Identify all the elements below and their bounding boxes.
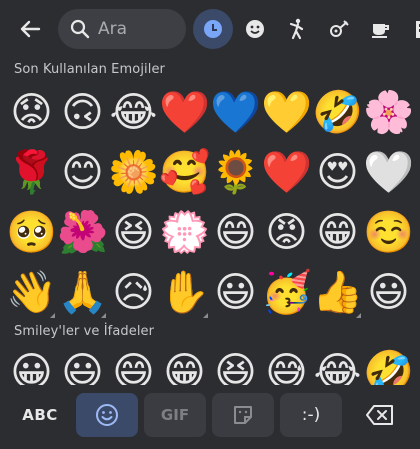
smiley-icon <box>246 20 264 38</box>
emoji-key[interactable]: 🤍 <box>363 142 414 202</box>
sticker-icon <box>234 406 252 424</box>
variant-indicator <box>203 313 208 318</box>
recent-emoji-grid: 😟 🙃 😂 ❤️ 💙 💛 🤣 🌸 🌹 😊 🌼 🥰 🌻 ❤️ 😍 🤍 🥺 🌺 😆 💮 😄 😡 😁 ☺️ 👋 🙏 😥 ✋ 😃 🥳 👍 😃 <box>6 82 414 322</box>
tab-travel[interactable] <box>403 9 420 49</box>
emoji-key[interactable]: 👋 <box>6 262 57 322</box>
emoticon-button[interactable]: :-) <box>280 393 342 437</box>
animals-icon <box>330 20 349 37</box>
emoji-keyboard: Ara Son Kullanılan Emojiler 😟 🙃 😂 ❤️ 💙 💛… <box>0 0 420 449</box>
person-icon <box>289 18 304 40</box>
coffee-icon <box>372 24 389 38</box>
emoji-search-field[interactable]: Ara <box>58 9 186 49</box>
tab-food[interactable] <box>361 9 401 49</box>
back-button[interactable] <box>10 9 50 49</box>
emoji-key[interactable]: 😍 <box>312 142 363 202</box>
emoji-key[interactable]: ☺️ <box>363 202 414 262</box>
emoji-key[interactable]: 🌹 <box>6 142 57 202</box>
emoji-key[interactable]: ❤️ <box>159 82 210 142</box>
backspace-icon <box>366 405 393 425</box>
arrow-left-icon <box>20 20 41 38</box>
emoji-key[interactable]: 💛 <box>261 82 312 142</box>
tab-people[interactable] <box>277 9 317 49</box>
emoji-key[interactable]: 😃 <box>210 262 261 322</box>
section-title-recent: Son Kullanılan Emojiler <box>14 62 165 77</box>
emoji-key[interactable]: 😄 <box>210 202 261 262</box>
keyboard-bottom-bar: ABC GIF :-) <box>0 385 420 449</box>
emoji-key[interactable]: 😂 <box>108 82 159 142</box>
emoji-top-bar: Ara <box>0 0 420 58</box>
emoji-key[interactable]: 😡 <box>261 202 312 262</box>
emoji-key[interactable]: 💮 <box>159 202 210 262</box>
emoji-key[interactable]: 🌺 <box>57 202 108 262</box>
emoji-key[interactable]: 🌼 <box>108 142 159 202</box>
emoji-key[interactable]: ✋ <box>159 262 210 322</box>
emoji-key[interactable]: 🙃 <box>57 82 108 142</box>
variant-indicator <box>356 313 361 318</box>
sticker-button[interactable] <box>212 393 274 437</box>
variant-indicator <box>101 313 106 318</box>
gif-button[interactable]: GIF <box>144 393 206 437</box>
tab-recent[interactable] <box>193 9 233 49</box>
building-icon <box>416 21 420 38</box>
abc-button[interactable]: ABC <box>8 393 72 437</box>
tab-animals[interactable] <box>319 9 359 49</box>
emoji-key[interactable]: 😟 <box>6 82 57 142</box>
emoji-key[interactable]: 🤣 <box>312 82 363 142</box>
section-title-smileys: Smiley'ler ve İfadeler <box>14 324 155 339</box>
emoji-key[interactable]: 😃 <box>363 262 414 322</box>
search-icon <box>68 17 92 41</box>
emoji-key[interactable]: 🌸 <box>363 82 414 142</box>
emoji-key[interactable]: 🥳 <box>261 262 312 322</box>
emoji-key[interactable]: 👍 <box>312 262 363 322</box>
emoji-key[interactable]: 😥 <box>108 262 159 322</box>
backspace-button[interactable] <box>350 393 410 437</box>
emoji-mode-button[interactable] <box>76 393 138 437</box>
emoji-key[interactable]: 😁 <box>312 202 363 262</box>
smiley-icon <box>96 404 118 426</box>
emoji-key[interactable]: 🌻 <box>210 142 261 202</box>
search-placeholder: Ara <box>98 19 128 39</box>
emoji-key[interactable]: ❤️ <box>261 142 312 202</box>
emoji-key[interactable]: 😆 <box>108 202 159 262</box>
emoji-category-tabs <box>193 9 420 49</box>
tab-smileys[interactable] <box>235 9 275 49</box>
emoji-key[interactable]: 😊 <box>57 142 108 202</box>
clock-icon <box>204 20 222 38</box>
emoji-key[interactable]: 🥰 <box>159 142 210 202</box>
emoji-key[interactable]: 💙 <box>210 82 261 142</box>
emoji-key[interactable]: 🥺 <box>6 202 57 262</box>
emoji-key[interactable]: 🙏 <box>57 262 108 322</box>
variant-indicator <box>50 313 55 318</box>
